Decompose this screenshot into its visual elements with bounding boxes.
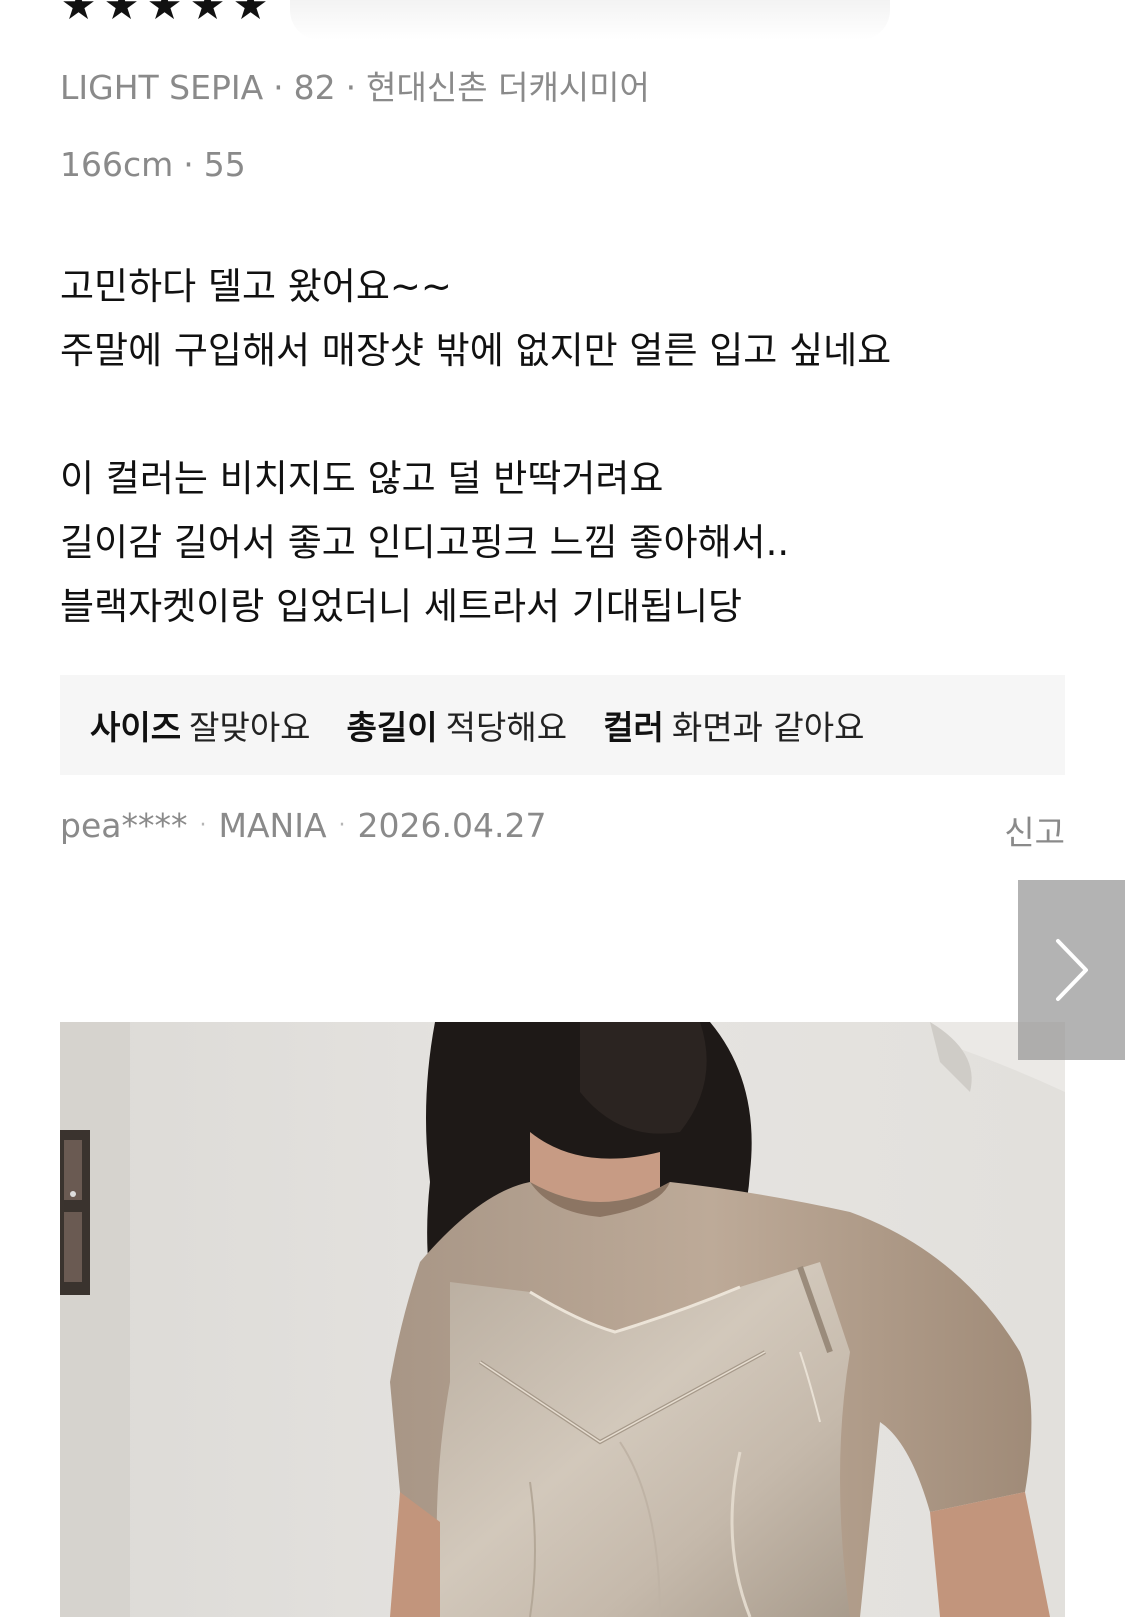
report-link[interactable]: 신고: [1004, 806, 1065, 854]
star-icon: ★: [103, 0, 140, 29]
body-height: 166cm: [60, 145, 174, 184]
chevron-right-icon: [1055, 939, 1088, 1001]
review-text-line: 고민하다 델고 왔어요~~: [60, 265, 452, 308]
separator: ·: [183, 145, 194, 184]
review-text-line: 블랙자켓이랑 입었더니 세트라서 기대됩니당: [60, 585, 743, 628]
review-text-line: [60, 383, 1060, 447]
review-text-line: 주말에 구입해서 매장샷 밖에 없지만 얼른 입고 싶네요: [60, 329, 892, 372]
body-info: 166cm · 55: [60, 145, 246, 185]
separator: ·: [338, 813, 346, 838]
option-info: LIGHT SEPIA · 82 · 현대신촌 더캐시미어: [60, 68, 650, 108]
top-fade: [290, 0, 890, 40]
rating-stars: ★ ★ ★ ★ ★: [58, 0, 271, 26]
attribute-value: 잘맞아요: [189, 708, 311, 747]
review-page: ★ ★ ★ ★ ★ LIGHT SEPIA · 82 · 현대신촌 더캐시미어 166c…: [0, 0, 1125, 1617]
attribute-key: 컬러: [603, 708, 664, 747]
separator: ·: [199, 813, 207, 838]
option-store: 현대신촌 더캐시미어: [366, 68, 650, 107]
review-photo[interactable]: [60, 1022, 1065, 1617]
attribute-value: 적당해요: [445, 708, 568, 747]
review-text-line: 길이감 길어서 좋고 인디고핑크 느낌 좋아해서..: [60, 521, 790, 564]
attribute-key: 총길이: [346, 708, 438, 747]
review-text: 고민하다 델고 왔어요~~ 주말에 구입해서 매장샷 밖에 없지만 얼른 입고 …: [60, 255, 1060, 639]
separator: ·: [345, 68, 357, 107]
attribute-key: 사이즈: [90, 708, 182, 747]
star-icon: ★: [189, 0, 226, 29]
review-attributes: 사이즈 잘맞아요 총길이 적당해요 컬러 화면과 같아요: [60, 675, 1065, 775]
attribute-color: 컬러 화면과 같아요: [603, 701, 864, 749]
review-footer: pea**** · MANIA · 2026.04.27 신고: [60, 806, 1065, 852]
next-photo-button[interactable]: [1018, 880, 1125, 1060]
star-icon: ★: [146, 0, 183, 29]
author-name: pea****: [60, 806, 188, 845]
author-grade: MANIA: [218, 806, 327, 845]
attribute-size: 사이즈 잘맞아요: [90, 701, 311, 749]
review-photo-image: [60, 1022, 1065, 1617]
review-date: 2026.04.27: [357, 806, 547, 845]
star-icon: ★: [232, 0, 269, 29]
star-icon: ★: [60, 0, 97, 29]
review-text-line: 이 컬러는 비치지도 않고 덜 반딱거려요: [60, 457, 664, 500]
option-size: 82: [293, 68, 336, 107]
attribute-value: 화면과 같아요: [671, 708, 865, 747]
attribute-length: 총길이 적당해요: [347, 701, 568, 749]
body-size: 55: [203, 145, 246, 184]
separator: ·: [273, 68, 284, 107]
option-color: LIGHT SEPIA: [60, 68, 264, 107]
